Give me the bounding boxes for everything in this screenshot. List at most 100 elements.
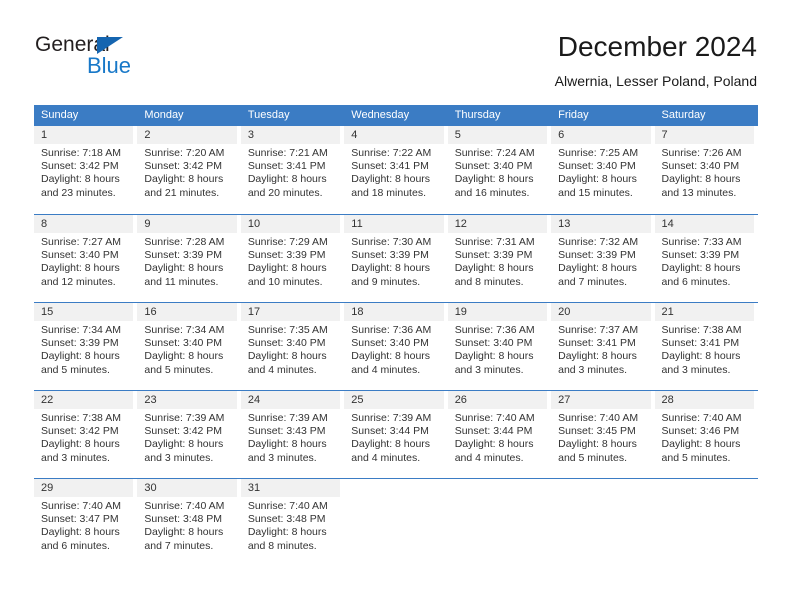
day-info-line-sunset: Sunset: 3:44 PM (351, 425, 429, 438)
calendar-day-cell[interactable]: 11 Sunrise: 7:30 AM Sunset: 3:39 PM Dayligh… (344, 215, 447, 302)
calendar-day-cell[interactable]: 13 Sunrise: 7:32 AM Sunset: 3:39 PM Dayligh… (551, 215, 654, 302)
calendar-day-cell[interactable]: 10 Sunrise: 7:29 AM Sunset: 3:39 PM Dayligh… (240, 215, 344, 302)
calendar-day-cell[interactable]: 14 Sunrise: 7:33 AM Sunset: 3:39 PM Dayligh… (654, 215, 758, 302)
day-info: Sunrise: 7:38 AM Sunset: 3:41 PM Daylight:… (655, 321, 754, 377)
calendar-day-cell[interactable]: 21 Sunrise: 7:38 AM Sunset: 3:41 PM Dayligh… (654, 303, 758, 390)
day-info-line-d2: and 5 minutes. (41, 363, 110, 376)
day-info-line-d2: and 5 minutes. (558, 451, 627, 464)
day-info-line-sunrise: Sunrise: 7:37 AM (558, 324, 639, 336)
calendar-cell-empty (344, 479, 447, 566)
calendar-day-cell[interactable]: 6 Sunrise: 7:25 AM Sunset: 3:40 PM Daylight… (551, 126, 654, 214)
calendar-day-cell[interactable]: 3 Sunrise: 7:21 AM Sunset: 3:41 PM Daylight… (240, 126, 344, 214)
day-info-line-d2: and 23 minutes. (41, 186, 116, 199)
calendar-day-cell[interactable]: 12 Sunrise: 7:31 AM Sunset: 3:39 PM Dayligh… (447, 215, 551, 302)
day-number: 30 (137, 479, 237, 497)
day-info-line-sunrise: Sunrise: 7:21 AM (247, 147, 328, 159)
calendar-day-cell[interactable]: 16 Sunrise: 7:34 AM Sunset: 3:40 PM Dayligh… (137, 303, 240, 390)
day-info-line-sunset: Sunset: 3:40 PM (41, 249, 119, 262)
day-info: Sunrise: 7:39 AM Sunset: 3:44 PM Daylight:… (344, 409, 443, 465)
day-number: 11 (344, 215, 444, 233)
day-info: Sunrise: 7:28 AM Sunset: 3:39 PM Daylight:… (137, 233, 236, 289)
day-number: 10 (240, 215, 341, 233)
calendar-day-cell[interactable]: 25 Sunrise: 7:39 AM Sunset: 3:44 PM Dayligh… (344, 391, 447, 478)
day-info-line-sunset: Sunset: 3:48 PM (247, 513, 326, 526)
calendar-day-cell[interactable]: 20 Sunrise: 7:37 AM Sunset: 3:41 PM Dayligh… (551, 303, 654, 390)
day-number: 22 (34, 391, 134, 409)
calendar-day-cell[interactable]: 1 Sunrise: 7:18 AM Sunset: 3:42 PM Daylight… (34, 126, 137, 214)
calendar-week-row: 29 Sunrise: 7:40 AM Sunset: 3:47 PM Dayligh… (34, 478, 758, 566)
day-info-line-sunrise: Sunrise: 7:34 AM (144, 324, 225, 336)
day-info-line-d1: Daylight: 8 hours (558, 173, 637, 186)
day-info-line-d2: and 4 minutes. (454, 451, 524, 464)
day-info-line-d2: and 6 minutes. (661, 275, 731, 288)
day-info-line-sunset: Sunset: 3:45 PM (558, 425, 636, 438)
calendar-day-cell[interactable]: 2 Sunrise: 7:20 AM Sunset: 3:42 PM Daylight… (137, 126, 240, 214)
day-number: 15 (34, 303, 134, 321)
calendar-day-cell[interactable]: 24 Sunrise: 7:39 AM Sunset: 3:43 PM Dayligh… (240, 391, 344, 478)
calendar-day-cell[interactable]: 31 Sunrise: 7:40 AM Sunset: 3:48 PM Dayligh… (240, 479, 344, 566)
calendar-day-cell[interactable]: 30 Sunrise: 7:40 AM Sunset: 3:48 PM Dayligh… (137, 479, 240, 566)
day-info-line-d2: and 7 minutes. (144, 539, 214, 552)
day-info-line-d2: and 16 minutes. (454, 186, 530, 199)
calendar-weeks: 1 Sunrise: 7:18 AM Sunset: 3:42 PM Daylight… (34, 126, 758, 566)
day-info-line-d1: Daylight: 8 hours (661, 262, 741, 275)
day-info-line-sunrise: Sunrise: 7:29 AM (247, 236, 328, 248)
day-number-placeholder (655, 479, 754, 497)
day-info-line-sunrise: Sunrise: 7:31 AM (454, 236, 535, 248)
day-info-line-sunset: Sunset: 3:42 PM (144, 425, 223, 438)
day-info-line-sunrise: Sunrise: 7:39 AM (247, 412, 328, 424)
day-number: 6 (551, 126, 651, 144)
day-info-line-sunset: Sunset: 3:41 PM (351, 160, 429, 173)
day-info-line-d1: Daylight: 8 hours (351, 438, 431, 451)
day-info-line-d2: and 6 minutes. (41, 539, 110, 552)
day-info-line-d2: and 12 minutes. (41, 275, 116, 288)
calendar-day-cell[interactable]: 27 Sunrise: 7:40 AM Sunset: 3:45 PM Dayligh… (551, 391, 654, 478)
calendar-day-cell[interactable]: 4 Sunrise: 7:22 AM Sunset: 3:41 PM Daylight… (344, 126, 447, 214)
day-number: 1 (34, 126, 134, 144)
day-info-line-sunset: Sunset: 3:39 PM (661, 249, 740, 262)
day-info: Sunrise: 7:37 AM Sunset: 3:41 PM Daylight:… (551, 321, 650, 377)
calendar-day-cell[interactable]: 22 Sunrise: 7:38 AM Sunset: 3:42 PM Dayligh… (34, 391, 137, 478)
day-info-line-d1: Daylight: 8 hours (144, 438, 224, 451)
calendar-day-cell[interactable]: 23 Sunrise: 7:39 AM Sunset: 3:42 PM Dayligh… (137, 391, 240, 478)
day-info: Sunrise: 7:36 AM Sunset: 3:40 PM Daylight:… (448, 321, 547, 377)
calendar-day-cell[interactable]: 15 Sunrise: 7:34 AM Sunset: 3:39 PM Dayligh… (34, 303, 137, 390)
weekday-header-thursday: Thursday (454, 109, 501, 121)
day-info-line-sunset: Sunset: 3:39 PM (41, 337, 119, 350)
calendar-day-cell[interactable]: 19 Sunrise: 7:36 AM Sunset: 3:40 PM Dayligh… (447, 303, 551, 390)
day-info-line-sunset: Sunset: 3:44 PM (454, 425, 533, 438)
day-info-line-sunset: Sunset: 3:39 PM (247, 249, 326, 262)
day-info-line-d2: and 5 minutes. (661, 451, 731, 464)
day-info-line-d1: Daylight: 8 hours (247, 526, 327, 539)
day-info: Sunrise: 7:34 AM Sunset: 3:40 PM Daylight:… (137, 321, 236, 377)
day-info-line-d1: Daylight: 8 hours (144, 262, 224, 275)
calendar-day-cell[interactable]: 5 Sunrise: 7:24 AM Sunset: 3:40 PM Daylight… (447, 126, 551, 214)
calendar-day-cell[interactable]: 26 Sunrise: 7:40 AM Sunset: 3:44 PM Dayligh… (447, 391, 551, 478)
day-info-line-d2: and 11 minutes. (144, 275, 219, 288)
day-info-line-d2: and 8 minutes. (454, 275, 524, 288)
day-info-line-sunset: Sunset: 3:41 PM (661, 337, 740, 350)
calendar-day-cell[interactable]: 29 Sunrise: 7:40 AM Sunset: 3:47 PM Dayligh… (34, 479, 137, 566)
calendar-day-cell[interactable]: 18 Sunrise: 7:36 AM Sunset: 3:40 PM Dayligh… (344, 303, 447, 390)
day-info-line-sunrise: Sunrise: 7:32 AM (558, 236, 639, 248)
weekday-header-monday: Monday (144, 109, 184, 121)
day-info-line-d2: and 5 minutes. (144, 363, 214, 376)
calendar-day-cell[interactable]: 28 Sunrise: 7:40 AM Sunset: 3:46 PM Dayligh… (654, 391, 758, 478)
day-info-line-d2: and 13 minutes. (661, 186, 737, 199)
general-blue-logo[interactable]: General Blue (35, 33, 185, 81)
day-number: 4 (344, 126, 444, 144)
calendar-day-cell[interactable]: 7 Sunrise: 7:26 AM Sunset: 3:40 PM Daylight… (654, 126, 758, 214)
day-info-line-sunset: Sunset: 3:40 PM (661, 160, 740, 173)
day-info: Sunrise: 7:40 AM Sunset: 3:48 PM Daylight:… (137, 497, 236, 553)
day-info-line-d1: Daylight: 8 hours (144, 350, 224, 363)
day-number: 21 (654, 303, 754, 321)
day-number: 18 (344, 303, 444, 321)
calendar-day-cell[interactable]: 17 Sunrise: 7:35 AM Sunset: 3:40 PM Dayligh… (240, 303, 344, 390)
day-number: 29 (34, 479, 134, 497)
day-info-line-sunset: Sunset: 3:48 PM (144, 513, 223, 526)
calendar-day-cell[interactable]: 9 Sunrise: 7:28 AM Sunset: 3:39 PM Daylight… (137, 215, 240, 302)
day-number: 19 (447, 303, 548, 321)
calendar-day-cell[interactable]: 8 Sunrise: 7:27 AM Sunset: 3:40 PM Daylight… (34, 215, 137, 302)
calendar-grid: Sunday Monday Tuesday Wednesday Thursday Frid… (34, 105, 758, 566)
day-info: Sunrise: 7:32 AM Sunset: 3:39 PM Daylight:… (551, 233, 650, 289)
